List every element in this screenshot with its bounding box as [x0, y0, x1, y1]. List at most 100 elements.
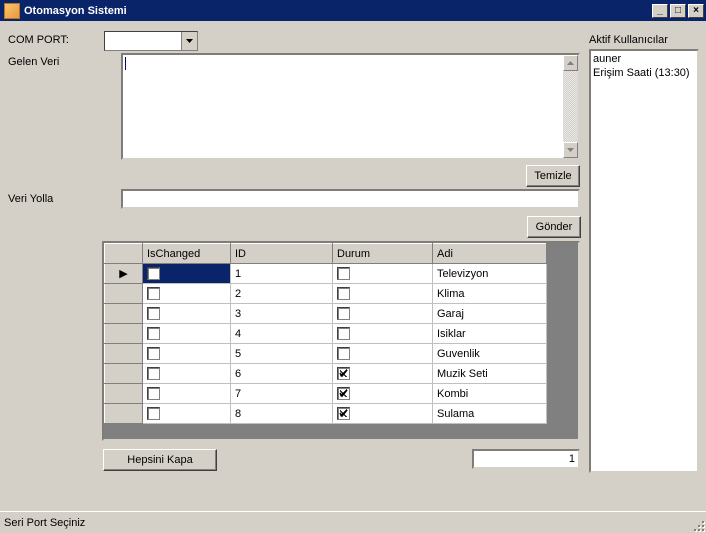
row-header[interactable]: [105, 404, 143, 424]
cell-adi[interactable]: Garaj: [433, 304, 547, 324]
temizle-button[interactable]: Temizle: [526, 165, 580, 187]
cell-ischanged[interactable]: [143, 324, 231, 344]
checkbox[interactable]: [337, 367, 350, 380]
col-adi[interactable]: Adi: [433, 244, 547, 264]
checkbox[interactable]: [337, 347, 350, 360]
cell-adi[interactable]: Isiklar: [433, 324, 547, 344]
numeric-input[interactable]: 1: [472, 449, 580, 469]
gonder-button[interactable]: Gönder: [527, 216, 581, 238]
scrollbar-vertical[interactable]: [562, 55, 578, 158]
table-row[interactable]: 8 Sulama: [105, 404, 547, 424]
row-header[interactable]: [105, 304, 143, 324]
veri-yolla-input[interactable]: [121, 189, 580, 209]
data-grid[interactable]: IsChanged ID Durum Adi ▶ 1 Televizyon 2 Klim…: [102, 241, 580, 441]
table-row[interactable]: 7 Kombi: [105, 384, 547, 404]
checkbox[interactable]: [147, 327, 160, 340]
cell-ischanged[interactable]: [143, 404, 231, 424]
checkbox[interactable]: [147, 267, 160, 280]
checkbox[interactable]: [147, 387, 160, 400]
com-port-combo[interactable]: [104, 31, 198, 51]
app-icon: [4, 3, 20, 19]
checkbox[interactable]: [147, 287, 160, 300]
checkbox[interactable]: [337, 267, 350, 280]
cell-id[interactable]: 4: [231, 324, 333, 344]
row-header[interactable]: ▶: [105, 264, 143, 284]
cell-ischanged[interactable]: [143, 264, 231, 284]
scroll-down-icon[interactable]: [563, 142, 578, 158]
aktif-kullanicilar-list[interactable]: auner Erişim Saati (13:30): [589, 49, 699, 473]
grid-header-row: IsChanged ID Durum Adi: [105, 244, 547, 264]
checkbox[interactable]: [147, 307, 160, 320]
table-row[interactable]: ▶ 1 Televizyon: [105, 264, 547, 284]
window-title: Otomasyon Sistemi: [24, 5, 650, 17]
client-area: COM PORT: Gelen Veri Temizle Veri Yolla …: [0, 21, 706, 511]
cell-durum[interactable]: [333, 364, 433, 384]
chevron-down-icon[interactable]: [181, 32, 197, 50]
table-row[interactable]: 4 Isiklar: [105, 324, 547, 344]
checkbox[interactable]: [337, 387, 350, 400]
table-row[interactable]: 5 Guvenlik: [105, 344, 547, 364]
list-item[interactable]: auner: [593, 52, 695, 66]
cell-durum[interactable]: [333, 264, 433, 284]
col-durum[interactable]: Durum: [333, 244, 433, 264]
cell-ischanged[interactable]: [143, 364, 231, 384]
cell-ischanged[interactable]: [143, 304, 231, 324]
com-port-label: COM PORT:: [8, 34, 69, 46]
cell-durum[interactable]: [333, 384, 433, 404]
close-button[interactable]: ×: [688, 4, 704, 18]
row-header[interactable]: [105, 344, 143, 364]
checkbox[interactable]: [147, 367, 160, 380]
row-header[interactable]: [105, 364, 143, 384]
cell-adi[interactable]: Televizyon: [433, 264, 547, 284]
col-ischanged[interactable]: IsChanged: [143, 244, 231, 264]
cell-adi[interactable]: Guvenlik: [433, 344, 547, 364]
status-text: Seri Port Seçiniz: [4, 517, 85, 529]
cell-id[interactable]: 7: [231, 384, 333, 404]
grid-corner: [105, 244, 143, 264]
hepsini-kapa-button[interactable]: Hepsini Kapa: [103, 449, 217, 471]
cell-ischanged[interactable]: [143, 384, 231, 404]
cell-durum[interactable]: [333, 404, 433, 424]
cell-durum[interactable]: [333, 324, 433, 344]
checkbox[interactable]: [337, 327, 350, 340]
cell-adi[interactable]: Kombi: [433, 384, 547, 404]
grid-table: IsChanged ID Durum Adi ▶ 1 Televizyon 2 Klim…: [104, 243, 547, 424]
checkbox[interactable]: [337, 287, 350, 300]
cell-adi[interactable]: Klima: [433, 284, 547, 304]
minimize-button[interactable]: _: [652, 4, 668, 18]
cell-id[interactable]: 6: [231, 364, 333, 384]
cell-adi[interactable]: Sulama: [433, 404, 547, 424]
cell-id[interactable]: 5: [231, 344, 333, 364]
cell-id[interactable]: 3: [231, 304, 333, 324]
cell-id[interactable]: 1: [231, 264, 333, 284]
row-header[interactable]: [105, 384, 143, 404]
statusbar: Seri Port Seçiniz: [0, 511, 706, 533]
gelen-veri-label: Gelen Veri: [8, 56, 59, 68]
title-bar: Otomasyon Sistemi _ □ ×: [0, 0, 706, 21]
list-item[interactable]: Erişim Saati (13:30): [593, 66, 695, 80]
table-row[interactable]: 2 Klima: [105, 284, 547, 304]
cell-adi[interactable]: Muzik Seti: [433, 364, 547, 384]
cell-durum[interactable]: [333, 344, 433, 364]
table-row[interactable]: 3 Garaj: [105, 304, 547, 324]
scroll-up-icon[interactable]: [563, 55, 578, 71]
col-id[interactable]: ID: [231, 244, 333, 264]
row-header[interactable]: [105, 284, 143, 304]
veri-yolla-label: Veri Yolla: [8, 193, 53, 205]
cell-id[interactable]: 2: [231, 284, 333, 304]
cell-ischanged[interactable]: [143, 344, 231, 364]
checkbox[interactable]: [147, 407, 160, 420]
maximize-button[interactable]: □: [670, 4, 686, 18]
resize-grip-icon[interactable]: [690, 517, 704, 531]
row-header[interactable]: [105, 324, 143, 344]
table-row[interactable]: 6 Muzik Seti: [105, 364, 547, 384]
cell-ischanged[interactable]: [143, 284, 231, 304]
cell-durum[interactable]: [333, 284, 433, 304]
checkbox[interactable]: [337, 407, 350, 420]
checkbox[interactable]: [337, 307, 350, 320]
aktif-kullanicilar-label: Aktif Kullanıcılar: [589, 34, 668, 46]
cell-id[interactable]: 8: [231, 404, 333, 424]
cell-durum[interactable]: [333, 304, 433, 324]
checkbox[interactable]: [147, 347, 160, 360]
gelen-veri-textarea[interactable]: [121, 53, 580, 160]
